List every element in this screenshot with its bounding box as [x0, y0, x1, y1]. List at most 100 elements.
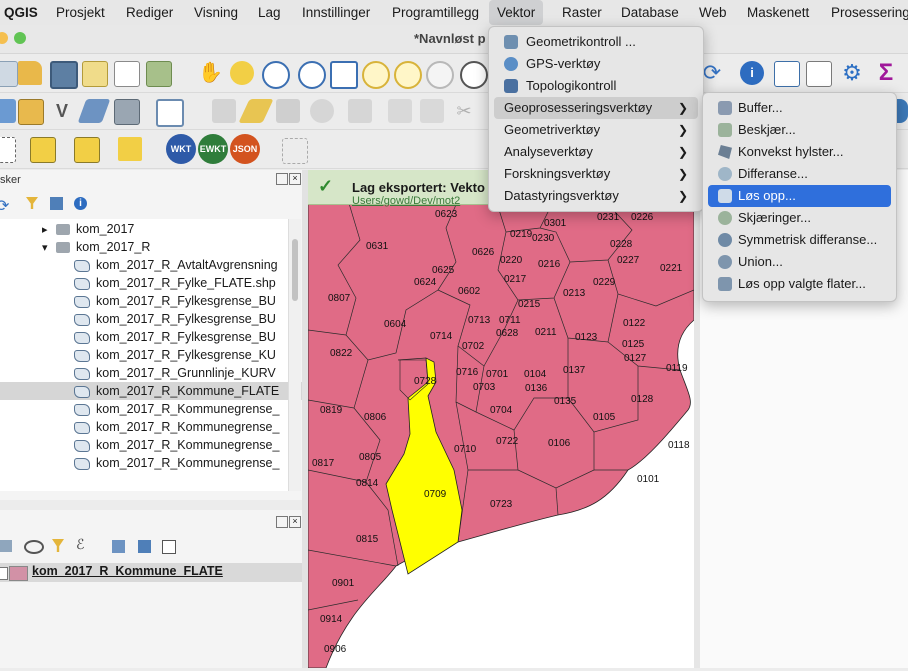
menu-maskenett[interactable]: Maskenett [739, 0, 817, 25]
attribute-table-icon[interactable] [774, 61, 800, 87]
layer-style-icon[interactable] [0, 540, 12, 552]
move-feature-icon [348, 99, 372, 123]
zoom-selection-icon[interactable] [362, 61, 390, 89]
collapse-all-icon[interactable] [50, 197, 63, 210]
menu-item-geometrikontroll[interactable]: Geometrikontroll ... [494, 31, 698, 53]
pan-to-selection-icon[interactable] [230, 61, 254, 85]
remove-layer-icon[interactable] [162, 540, 176, 554]
layer-visibility-checkbox[interactable] [0, 567, 8, 580]
tree-folder-kom-2017[interactable]: ▸ kom_2017 [0, 220, 330, 238]
identify-icon[interactable]: i [740, 61, 764, 85]
browser-scrollbar[interactable] [288, 219, 301, 491]
settings-gear-icon[interactable]: ⚙ [840, 61, 864, 85]
minimize-button[interactable] [0, 32, 8, 44]
message-path-link[interactable]: Users/gowd/Dev/mot2 [352, 195, 460, 207]
menu-item-los-opp-valgte[interactable]: Løs opp valgte flater... [708, 273, 891, 295]
close-panel-icon[interactable]: × [289, 516, 301, 528]
float-panel-icon[interactable] [276, 516, 288, 528]
wkt-button[interactable]: WKT [166, 134, 196, 164]
menu-item-topologikontroll[interactable]: Topologikontroll [494, 75, 698, 97]
digitize-disabled-icon [212, 99, 236, 123]
layout-manager-icon[interactable] [146, 61, 172, 87]
municipality-label: 0822 [330, 348, 353, 359]
save-project-icon[interactable] [50, 61, 78, 89]
digitize-vertex-icon[interactable]: V [50, 99, 74, 123]
menu-item-gps[interactable]: GPS-verktøy [494, 53, 698, 75]
select-location-icon[interactable] [118, 137, 142, 161]
statistics-icon[interactable] [806, 61, 832, 87]
menu-prosjekt[interactable]: Prosjekt [48, 0, 113, 25]
municipality-label: 0228 [610, 239, 633, 250]
select-rect-icon[interactable] [0, 137, 16, 163]
vertex-tool-icon[interactable] [156, 99, 184, 127]
scrollbar-thumb[interactable] [292, 239, 298, 301]
menu-vektor[interactable]: Vektor [489, 0, 544, 25]
map-canvas[interactable]: 0623 0219 0301 0231 0226 0631 0626 0220 0230 0228… [307, 170, 695, 669]
menu-lag[interactable]: Lag [250, 0, 289, 25]
pencil-edit-icon[interactable] [77, 99, 111, 123]
json-button[interactable]: JSON [230, 134, 260, 164]
deselect-icon[interactable] [74, 137, 100, 163]
zoom-layer-icon[interactable] [394, 61, 422, 89]
expand-arrow-icon[interactable]: ▸ [42, 221, 56, 238]
pan-hand-icon[interactable]: ✋ [198, 61, 223, 85]
menu-item-skjaeringer[interactable]: Skjæringer... [708, 207, 891, 229]
expression-filter-icon[interactable]: ℰ [76, 536, 84, 553]
menu-visning[interactable]: Visning [186, 0, 246, 25]
zoom-out-icon[interactable] [298, 61, 326, 89]
zoom-in-icon[interactable] [262, 61, 290, 89]
menu-item-buffer[interactable]: Buffer... [708, 97, 891, 119]
menu-item-forskningsverktoy[interactable]: Forskningsverktøy ❯ [494, 163, 698, 185]
municipality-label: 0119 [666, 363, 688, 374]
select-feature-icon[interactable] [30, 137, 56, 163]
menu-programtillegg[interactable]: Programtillegg [384, 0, 487, 25]
menu-item-differanse[interactable]: Differanse... [708, 163, 891, 185]
collapse-arrow-icon[interactable]: ▾ [42, 239, 56, 256]
add-vector-icon[interactable] [18, 99, 44, 125]
menu-item-konvekst-hylster[interactable]: Konvekst hylster... [708, 141, 891, 163]
add-layer-icon[interactable] [0, 99, 16, 123]
menu-app-qgis[interactable]: QGIS [0, 0, 46, 25]
menu-item-symmetrisk-differanse[interactable]: Symmetrisk differanse... [708, 229, 891, 251]
zoom-native-icon[interactable] [426, 61, 454, 89]
info-icon[interactable]: i [74, 197, 87, 210]
expand-all-icon[interactable] [112, 540, 125, 553]
filter-legend-icon[interactable] [52, 539, 64, 552]
menu-item-label: Beskjær... [738, 122, 796, 137]
topology-icon [504, 79, 518, 93]
float-panel-icon[interactable] [276, 173, 288, 185]
collapse-all-icon[interactable] [138, 540, 151, 553]
close-panel-icon[interactable]: × [289, 173, 301, 185]
zoom-full-icon[interactable] [330, 61, 358, 89]
menu-item-beskjaer[interactable]: Beskjær... [708, 119, 891, 141]
open-project-icon[interactable] [18, 61, 42, 85]
sum-icon[interactable]: Σ [874, 61, 898, 85]
save-as-icon[interactable] [82, 61, 108, 87]
menu-item-analyseverktoy[interactable]: Analyseverktøy ❯ [494, 141, 698, 163]
layer-row[interactable]: kom_2017_R_Kommune_FLATE [0, 563, 302, 582]
polygon-layer-icon [74, 367, 90, 380]
toggle-edit-icon[interactable] [238, 99, 274, 123]
refresh-browser-icon[interactable]: ⟳ [0, 196, 9, 216]
menu-raster[interactable]: Raster [554, 0, 610, 25]
ewkt-button[interactable]: EWKT [198, 134, 228, 164]
menu-database[interactable]: Database [613, 0, 687, 25]
tree-folder-kom-2017-r[interactable]: ▾ kom_2017_R [0, 238, 330, 256]
tree-item-label: kom_2017_R_Kommunegrense_ [96, 456, 280, 470]
new-project-icon[interactable] [0, 61, 18, 87]
visibility-eye-icon[interactable] [24, 540, 44, 554]
filter-icon[interactable] [26, 197, 38, 209]
menu-item-geoprosessering[interactable]: Geoprosesseringsverktøy ❯ [494, 97, 698, 119]
menu-web[interactable]: Web [691, 0, 735, 25]
chip-icon[interactable] [114, 99, 140, 125]
menu-item-los-opp[interactable]: Løs opp... [708, 185, 891, 207]
menu-innstillinger[interactable]: Innstillinger [294, 0, 378, 25]
menu-rediger[interactable]: Rediger [118, 0, 181, 25]
print-layout-icon[interactable] [114, 61, 140, 87]
menu-item-union[interactable]: Union... [708, 251, 891, 273]
zoom-last-icon[interactable] [460, 61, 488, 89]
menu-item-geometriverktoy[interactable]: Geometriverktøy ❯ [494, 119, 698, 141]
menu-item-datastyringsverktoy[interactable]: Datastyringsverktøy ❯ [494, 185, 698, 207]
menu-prosessering[interactable]: Prosessering [823, 0, 908, 25]
zoom-button[interactable] [14, 32, 26, 44]
